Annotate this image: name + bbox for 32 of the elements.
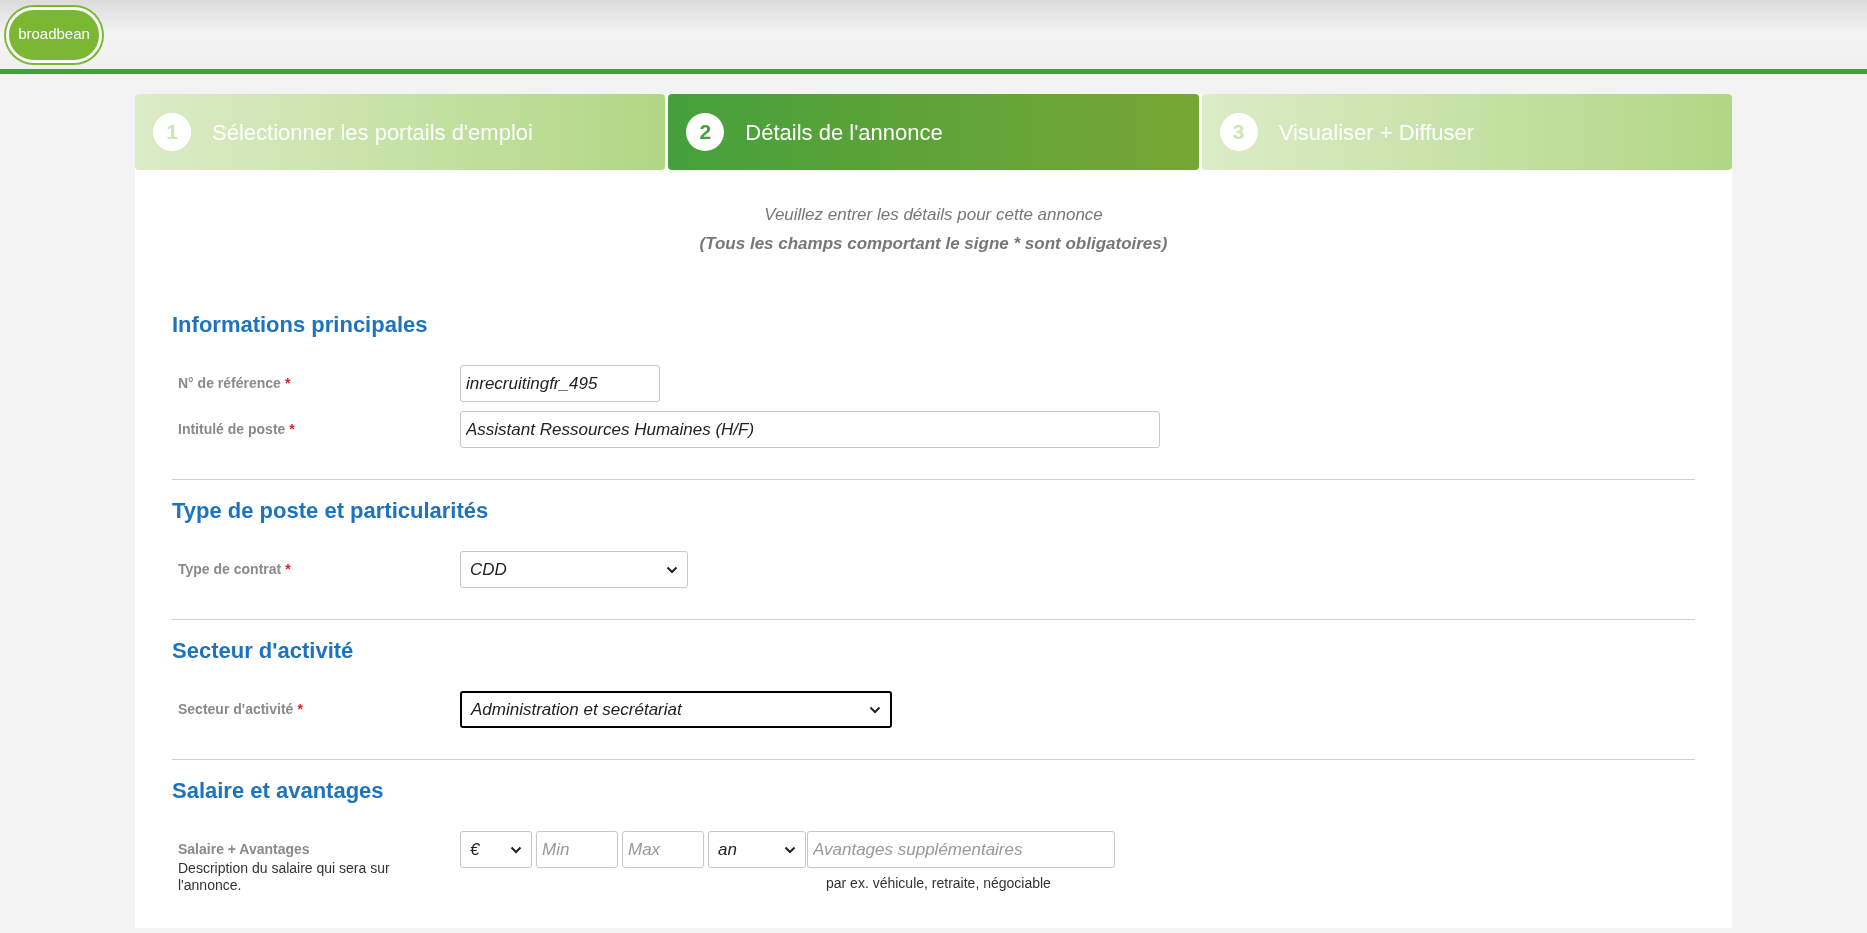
field-label: Salaire + Avantages: [178, 840, 311, 859]
section-heading: Type de poste et particularités: [172, 497, 490, 525]
step-number: 2: [686, 113, 725, 151]
field-label: Secteur d'activité *: [178, 700, 304, 719]
required-note: (Tous les champs comportant le signe * sont obligatoires): [698, 233, 1169, 255]
step-number: 1: [153, 113, 191, 151]
benefits-field[interactable]: Avantages supplémentaires: [807, 831, 1115, 868]
chevron-down-icon: [784, 845, 796, 854]
section-heading: Secteur d'activité: [172, 637, 355, 665]
field-label: Intitulé de poste *: [178, 420, 296, 439]
step-label: Visualiser + Diffuser: [1278, 118, 1475, 147]
max-salary-field[interactable]: Max: [622, 831, 704, 868]
chevron-down-icon: [510, 845, 522, 854]
period-dropdown[interactable]: an: [708, 831, 806, 868]
chevron-down-icon: [869, 705, 881, 714]
currency-dropdown[interactable]: €: [460, 831, 532, 868]
intro-text: Veuillez entrer les détails pour cette annonce: [763, 204, 1104, 226]
field-label: Type de contrat *: [178, 560, 292, 579]
text-field[interactable]: inrecruitingfr_495: [460, 365, 660, 402]
min-salary-field[interactable]: Min: [536, 831, 618, 868]
chevron-down-icon: [666, 565, 678, 574]
field-hint: par ex. véhicule, retraite, négociable: [826, 874, 1052, 893]
field-label: N° de référence *: [178, 374, 292, 393]
dropdown[interactable]: Administration et secrétariat: [460, 691, 892, 728]
section-heading: Salaire et avantages: [172, 777, 385, 805]
field-description: Description du salaire qui sera sur l'annonce.: [178, 860, 391, 894]
step-label: Détails de l'annonce: [745, 118, 943, 147]
text-field[interactable]: Assistant Ressources Humaines (H/F): [460, 411, 1160, 448]
step-label: Sélectionner les portails d'emploi: [212, 118, 533, 147]
dropdown[interactable]: CDD: [460, 551, 688, 588]
section-heading: Informations principales: [172, 311, 429, 339]
step-number: 3: [1219, 113, 1258, 151]
